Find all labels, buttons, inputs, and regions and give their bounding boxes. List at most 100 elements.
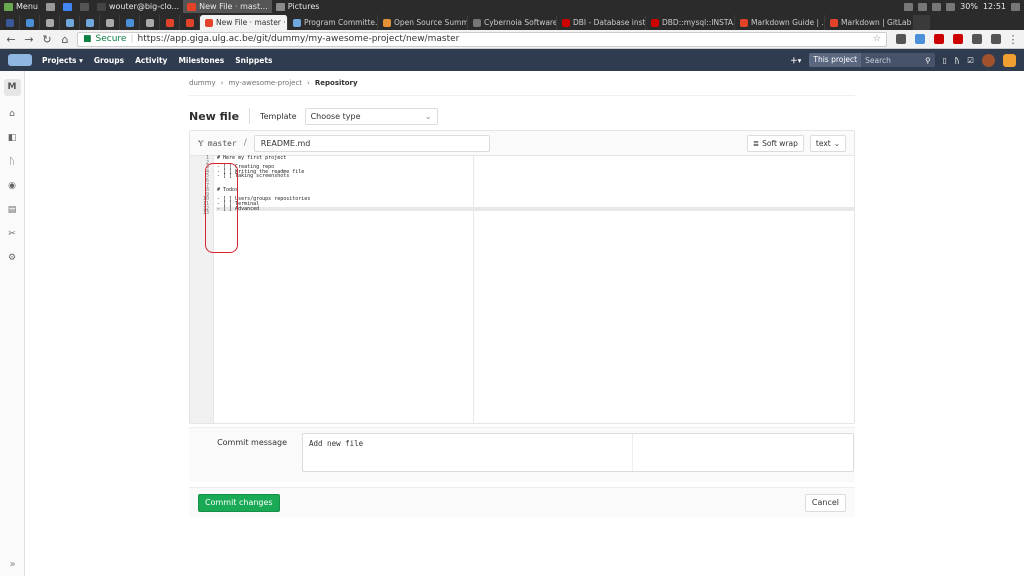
- battery-icon[interactable]: [946, 2, 956, 11]
- taskbar-window-terminal[interactable]: wouter@big-clo...: [93, 0, 183, 13]
- taskbar-launcher-browser[interactable]: [59, 0, 76, 13]
- search-scope[interactable]: This project: [809, 53, 862, 67]
- reload-icon[interactable]: ↻: [41, 33, 53, 46]
- project-avatar[interactable]: M: [3, 79, 21, 96]
- page-icon: [562, 18, 570, 27]
- sidebar-item-repository[interactable]: ◧: [0, 126, 24, 150]
- tab-label: Program Committe...: [304, 18, 378, 27]
- tab-cybernoia[interactable]: Cybernoia Software...×: [468, 15, 557, 30]
- os-taskbar: Menu wouter@big-clo... New File · mast..…: [0, 0, 1024, 13]
- tab-pinned[interactable]: [80, 15, 100, 30]
- taskbar-window-folder[interactable]: Pictures: [272, 0, 324, 13]
- nav-groups[interactable]: Groups: [94, 56, 124, 65]
- gitlab-window-icon: [187, 2, 197, 11]
- secure-label: Secure: [95, 34, 127, 44]
- nav-milestones[interactable]: Milestones: [178, 56, 224, 65]
- tab-pinned-facebook[interactable]: [0, 15, 20, 30]
- bluetooth-icon[interactable]: [904, 2, 914, 11]
- sidebar-item-settings[interactable]: ⚙: [0, 246, 24, 270]
- extension-icon[interactable]: [972, 34, 982, 44]
- breadcrumb-item[interactable]: Repository: [315, 79, 358, 87]
- file-name-input[interactable]: README.md: [253, 134, 490, 152]
- commit-changes-button[interactable]: Commit changes: [198, 493, 280, 512]
- breadcrumb: dummy › my-awesome-project › Repository: [189, 71, 855, 96]
- sidebar-item-ci[interactable]: ◉: [0, 174, 24, 198]
- tab-pinned[interactable]: [140, 15, 160, 30]
- tab-pinned[interactable]: [100, 15, 120, 30]
- extension-icon[interactable]: [915, 34, 925, 44]
- tab-pinned[interactable]: [40, 15, 60, 30]
- sidebar-item-overview[interactable]: ⌂: [0, 102, 24, 126]
- sidebar-item-wiki[interactable]: ▤: [0, 198, 24, 222]
- power-icon[interactable]: [1011, 2, 1020, 11]
- nav-activity[interactable]: Activity: [135, 56, 167, 65]
- merge-requests-icon[interactable]: ᚢ: [955, 56, 960, 65]
- sidebar-item-merge-requests[interactable]: ᚢ: [0, 150, 24, 174]
- issues-icon[interactable]: ▯: [943, 56, 947, 65]
- clock[interactable]: 12:51: [983, 2, 1006, 11]
- home-icon[interactable]: ⌂: [59, 33, 71, 46]
- back-icon[interactable]: ←: [5, 33, 17, 46]
- template-select[interactable]: Choose type ⌄: [304, 107, 438, 125]
- soft-wrap-button[interactable]: ≣ Soft wrap: [746, 134, 804, 152]
- editor-controls: ≣ Soft wrap text ⌄: [746, 134, 846, 152]
- gitlab-logo[interactable]: [8, 54, 32, 66]
- network-icon[interactable]: [918, 2, 928, 11]
- commit-message-input[interactable]: Add new file: [302, 433, 854, 472]
- tab-pinned[interactable]: [120, 15, 140, 30]
- code-line[interactable]: [216, 211, 854, 216]
- tab-dbi[interactable]: DBI - Database inst...×: [557, 15, 646, 30]
- tab-new-file[interactable]: New File · master · ...×: [200, 15, 288, 30]
- menu-button[interactable]: Menu: [0, 0, 42, 13]
- breadcrumb-item[interactable]: dummy: [189, 79, 216, 87]
- nav-snippets[interactable]: Snippets: [235, 56, 272, 65]
- scissors-icon: ✂: [8, 229, 16, 239]
- nav-projects[interactable]: Projects ▾: [42, 56, 83, 65]
- sidebar-item-snippets[interactable]: ✂: [0, 222, 24, 246]
- avatar[interactable]: [982, 53, 995, 67]
- tab-markdown-guide[interactable]: Markdown Guide | ...×: [735, 15, 825, 30]
- file-mode-label: text: [815, 138, 831, 148]
- forward-icon[interactable]: →: [23, 33, 35, 46]
- nav-label: Projects: [42, 55, 77, 65]
- extension-icon[interactable]: [953, 34, 963, 44]
- taskbar-launcher-files[interactable]: [42, 0, 59, 13]
- todos-icon[interactable]: ☑: [967, 56, 974, 65]
- tab-markdown-gitlab[interactable]: Markdown | GitLab×: [825, 15, 914, 30]
- tab-dbd-mysql[interactable]: DBD::mysql::INSTA...×: [646, 15, 735, 30]
- textarea-divider: [632, 434, 633, 471]
- url-bar[interactable]: ■ Secure | https://app.giga.ulg.ac.be/gi…: [77, 31, 887, 47]
- terminal-icon: [79, 2, 89, 11]
- browser-icon: [62, 2, 72, 11]
- collapse-sidebar-icon[interactable]: »: [0, 559, 25, 570]
- lock-icon: ■: [83, 34, 92, 44]
- plus-icon[interactable]: ＋▾: [790, 55, 801, 66]
- search-input[interactable]: Search: [861, 56, 921, 65]
- cancel-button[interactable]: Cancel: [804, 493, 846, 512]
- taskbar-window-browser[interactable]: New File · mast...: [183, 0, 272, 13]
- tab-program-committee[interactable]: Program Committe...×: [288, 15, 378, 30]
- file-mode-select[interactable]: text ⌄: [809, 134, 846, 152]
- branch-indicator: Ɏmaster: [198, 139, 237, 148]
- search-box[interactable]: This project Search ⚲: [809, 53, 935, 67]
- code-area[interactable]: # Here my first project - [ ] Creating re…: [216, 156, 854, 216]
- bookmark-star-icon[interactable]: ☆: [873, 34, 881, 44]
- extension-icon[interactable]: [896, 34, 906, 44]
- extension-icon[interactable]: [991, 34, 1001, 44]
- volume-icon[interactable]: [932, 2, 942, 11]
- home-icon: ⌂: [9, 109, 15, 119]
- chevron-down-icon: ⌄: [833, 138, 840, 148]
- tab-pinned-gitlab[interactable]: [160, 15, 180, 30]
- taskbar-launcher-terminal[interactable]: [76, 0, 93, 13]
- breadcrumb-item[interactable]: my-awesome-project: [228, 79, 302, 87]
- browser-menu-icon[interactable]: ⋮: [1007, 33, 1019, 46]
- new-tab-button[interactable]: [914, 15, 930, 30]
- tab-open-source-summit[interactable]: Open Source Summ...×: [378, 15, 468, 30]
- editor-body[interactable]: 1 2 3 4 5 6 7 8 9 10 11 12 13 # Here my first projec…: [190, 156, 854, 423]
- tab-pinned-zotero[interactable]: [20, 15, 40, 30]
- tab-pinned[interactable]: [60, 15, 80, 30]
- page-icon: [651, 18, 659, 27]
- tab-pinned-gitlab[interactable]: [180, 15, 200, 30]
- user-dropdown-icon[interactable]: [1003, 53, 1016, 67]
- extension-icon[interactable]: [934, 34, 944, 44]
